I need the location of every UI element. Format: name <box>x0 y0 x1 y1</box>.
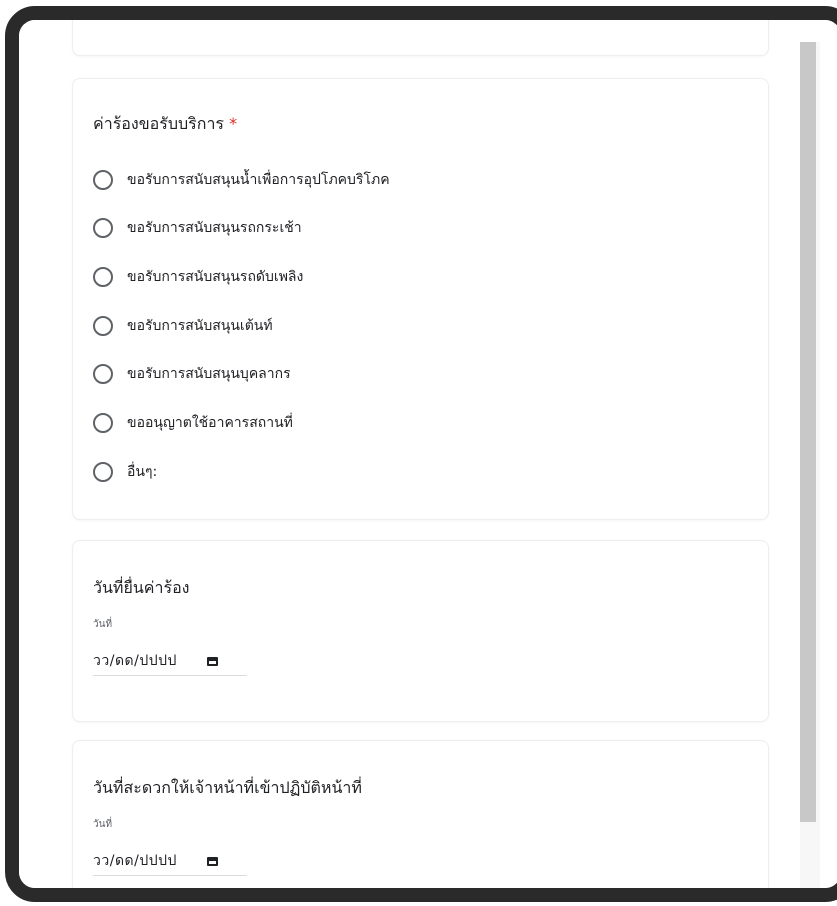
service-option-label: ขอรับการสนับสนุนรถดับเพลิง <box>127 269 304 285</box>
date-sub-label: วันที่ <box>93 619 113 630</box>
form-viewport: ค่าร้องขอรับบริการ * ขอรับการสนับสนุนน้ำ… <box>19 20 837 888</box>
date-placeholder: วว/ดด/ปปปป <box>93 853 177 869</box>
service-option-fire-truck[interactable]: ขอรับการสนับสนุนรถดับเพลิง <box>93 265 303 289</box>
radio-button[interactable] <box>93 267 113 287</box>
services-question-card: ค่าร้องขอรับบริการ * ขอรับการสนับสนุนน้ำ… <box>72 78 769 520</box>
scrollbar[interactable] <box>800 42 820 888</box>
radio-button[interactable] <box>93 364 113 384</box>
service-option-other[interactable]: อื่นๆ: <box>93 460 157 484</box>
services-question-title-text: ค่าร้องขอรับบริการ <box>93 114 225 133</box>
service-option-label: ขออนุญาตใช้อาคารสถานที่ <box>127 415 293 431</box>
device-frame: ค่าร้องขอรับบริการ * ขอรับการสนับสนุนน้ำ… <box>5 6 837 902</box>
required-asterisk: * <box>229 114 238 133</box>
service-option-tent[interactable]: ขอรับการสนับสนุนเต้นท์ <box>93 314 273 338</box>
scrollbar-thumb[interactable] <box>800 42 816 822</box>
visit-date-input[interactable]: วว/ดด/ปปปป <box>93 847 247 876</box>
calendar-icon[interactable] <box>206 856 218 866</box>
radio-button[interactable] <box>93 316 113 336</box>
radio-button[interactable] <box>93 170 113 190</box>
radio-button[interactable] <box>93 413 113 433</box>
radio-button[interactable] <box>93 462 113 482</box>
service-option-label: ขอรับการสนับสนุนรถกระเช้า <box>127 220 302 236</box>
date-placeholder: วว/ดด/ปปปป <box>93 653 177 669</box>
visit-date-question-card: วันที่สะดวกให้เจ้าหน้าที่เข้าปฏิบัติหน้า… <box>72 740 769 888</box>
submit-date-input[interactable]: วว/ดด/ปปปป <box>93 647 247 676</box>
service-option-label: ขอรับการสนับสนุนบุคลากร <box>127 366 291 382</box>
service-option-personnel[interactable]: ขอรับการสนับสนุนบุคลากร <box>93 362 291 386</box>
service-option-venue[interactable]: ขออนุญาตใช้อาคารสถานที่ <box>93 411 293 435</box>
service-option-label: ขอรับการสนับสนุนน้ำเพื่อการอุปโภคบริโภค <box>127 172 390 188</box>
date-sub-label: วันที่ <box>93 819 113 830</box>
service-option-label: อื่นๆ: <box>127 464 158 480</box>
service-option-water[interactable]: ขอรับการสนับสนุนน้ำเพื่อการอุปโภคบริโภค <box>93 168 390 192</box>
services-question-title: ค่าร้องขอรับบริการ * <box>93 112 237 137</box>
service-option-label: ขอรับการสนับสนุนเต้นท์ <box>127 318 273 334</box>
service-option-crane-truck[interactable]: ขอรับการสนับสนุนรถกระเช้า <box>93 216 302 240</box>
previous-question-card <box>72 20 769 56</box>
visit-date-question-title: วันที่สะดวกให้เจ้าหน้าที่เข้าปฏิบัติหน้า… <box>93 778 362 797</box>
submit-date-question-title: วันที่ยื่นค่าร้อง <box>93 578 190 597</box>
radio-button[interactable] <box>93 218 113 238</box>
submit-date-question-card: วันที่ยื่นค่าร้อง วันที่ วว/ดด/ปปปป <box>72 540 769 722</box>
calendar-icon[interactable] <box>206 656 218 666</box>
